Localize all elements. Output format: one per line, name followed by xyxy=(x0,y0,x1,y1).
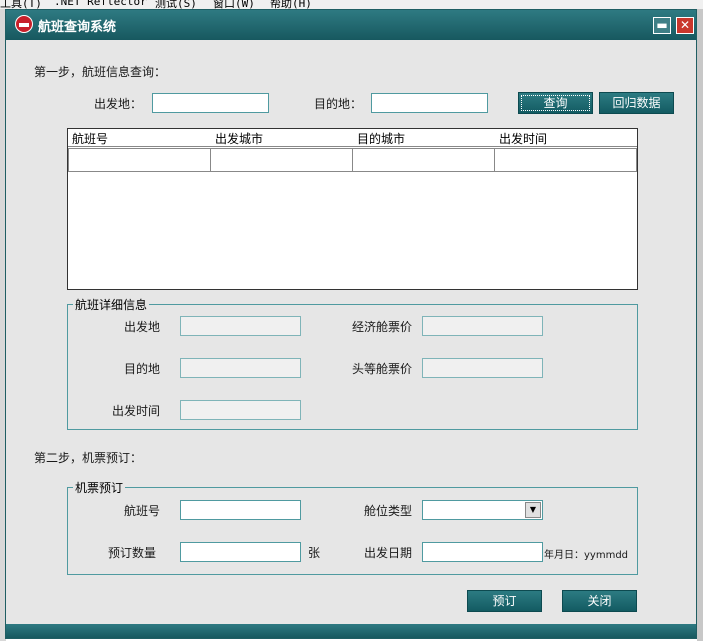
detail-destination-label: 目的地 xyxy=(124,362,161,376)
grid-header: 航班号 出发城市 目的城市 出发时间 xyxy=(68,129,637,147)
date-format-hint: 年月日：yymmdd xyxy=(544,550,629,561)
menu-tools: 工具(T) xyxy=(0,0,42,9)
grid-cell[interactable] xyxy=(352,148,495,172)
departure-date-input[interactable] xyxy=(422,542,543,562)
first-class-price-label: 头等舱票价 xyxy=(352,362,413,376)
flight-results-grid[interactable]: 航班号 出发城市 目的城市 出发时间 xyxy=(67,128,638,290)
book-button[interactable]: 预订 xyxy=(467,590,542,612)
economy-price-field[interactable] xyxy=(422,316,543,336)
departure-input[interactable] xyxy=(152,93,269,113)
window-title: 航班查询系统 xyxy=(38,20,117,35)
close-window-button[interactable]: ✕ xyxy=(676,17,694,34)
menu-reflector: .NET Reflector xyxy=(54,0,147,8)
grid-cell[interactable] xyxy=(210,148,353,172)
flight-no-input[interactable] xyxy=(180,500,301,520)
detail-departure-field[interactable] xyxy=(180,316,301,336)
economy-price-label: 经济舱票价 xyxy=(352,320,413,334)
minimize-button[interactable]: ▬ xyxy=(653,17,671,34)
step1-heading: 第一步，航班信息查询： xyxy=(34,65,167,79)
booking-legend: 机票预订 xyxy=(73,479,126,496)
quantity-input[interactable] xyxy=(180,542,301,562)
departure-label: 出发地： xyxy=(94,97,143,111)
column-departure-time[interactable]: 出发时间 xyxy=(499,130,547,147)
menu-window: 窗口(W) xyxy=(213,0,255,9)
detail-departure-label: 出发地 xyxy=(124,320,161,334)
quantity-unit: 张 xyxy=(308,546,321,560)
destination-input[interactable] xyxy=(371,93,488,113)
background-menubar: 工具(T) .NET Reflector 测试(S) 窗口(W) 帮助(H) xyxy=(0,0,703,9)
window-bottom-band xyxy=(6,624,696,638)
detail-time-label: 出发时间 xyxy=(112,404,161,418)
quantity-label: 预订数量 xyxy=(108,546,157,560)
flight-no-label: 航班号 xyxy=(124,504,161,518)
first-class-price-field[interactable] xyxy=(422,358,543,378)
column-flight-no[interactable]: 航班号 xyxy=(72,130,108,147)
reset-data-button[interactable]: 回归数据 xyxy=(599,92,674,114)
destination-label: 目的地： xyxy=(314,97,363,111)
background-right-strip xyxy=(697,9,703,641)
booking-group xyxy=(67,487,638,575)
title-bar[interactable]: 航班查询系统 ▬ ✕ xyxy=(6,10,696,40)
detail-destination-field[interactable] xyxy=(180,358,301,378)
chevron-down-icon[interactable]: ▼ xyxy=(525,502,541,518)
flight-query-window: 航班查询系统 ▬ ✕ 第一步，航班信息查询： 出发地： 目的地： 查询 回归数据… xyxy=(5,9,697,639)
table-row[interactable] xyxy=(68,148,637,172)
cabin-type-select[interactable]: ▼ xyxy=(422,500,543,520)
departure-date-label: 出发日期 xyxy=(364,546,413,560)
app-icon xyxy=(15,15,33,33)
step2-heading: 第二步，机票预订： xyxy=(34,451,143,465)
detail-time-field[interactable] xyxy=(180,400,301,420)
close-button[interactable]: 关闭 xyxy=(562,590,637,612)
query-button[interactable]: 查询 xyxy=(518,92,593,114)
grid-cell[interactable] xyxy=(494,148,637,172)
column-departure-city[interactable]: 出发城市 xyxy=(215,130,263,147)
menu-help: 帮助(H) xyxy=(270,0,312,9)
flight-details-legend: 航班详细信息 xyxy=(73,296,150,313)
column-destination-city[interactable]: 目的城市 xyxy=(357,130,405,147)
menu-test: 测试(S) xyxy=(155,0,197,9)
grid-cell[interactable] xyxy=(68,148,211,172)
cabin-type-label: 舱位类型 xyxy=(364,504,413,518)
